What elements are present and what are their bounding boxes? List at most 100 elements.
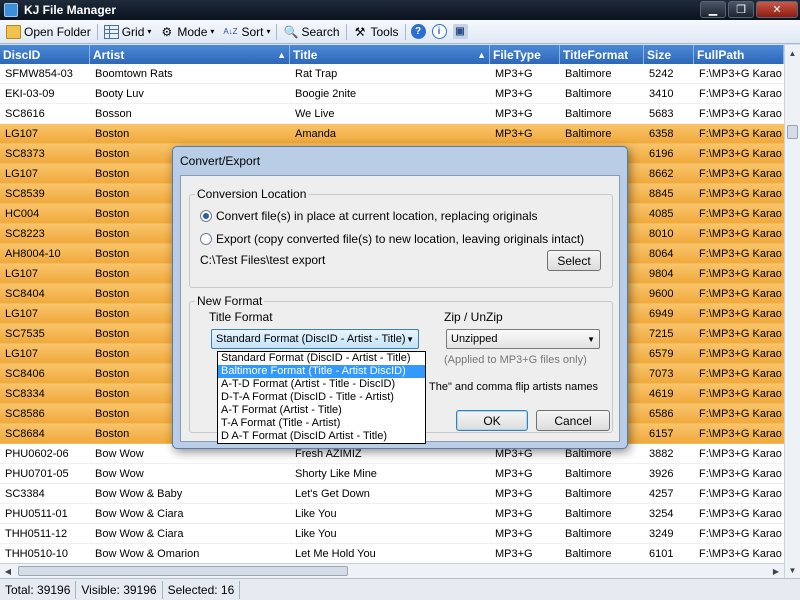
table-cell-title: Let Me Hold You bbox=[295, 547, 376, 560]
table-cell-fullpath: F:\MP3+G Karao bbox=[699, 267, 782, 280]
table-cell-titleformat: Baltimore bbox=[565, 87, 612, 100]
minimize-button[interactable]: ▁ bbox=[700, 1, 726, 18]
search-button[interactable]: 🔍 Search bbox=[279, 21, 343, 43]
table-cell-discid: HC004 bbox=[5, 207, 40, 220]
column-header-titleformat[interactable]: TitleFormat bbox=[560, 45, 644, 64]
table-cell-title: Boogie 2nite bbox=[295, 87, 357, 100]
scroll-up-icon[interactable]: ▲ bbox=[785, 45, 800, 61]
flip-artist-note: The" and comma flip artists names bbox=[429, 381, 598, 393]
table-cell-discid: SC8684 bbox=[5, 427, 45, 440]
table-cell-size: 8064 bbox=[649, 247, 674, 260]
grid-icon bbox=[103, 24, 119, 39]
dropdown-option[interactable]: D A-T Format (DiscID Artist - Title) bbox=[218, 430, 425, 443]
table-cell-fullpath: F:\MP3+G Karao bbox=[699, 467, 782, 480]
table-cell-size: 6586 bbox=[649, 407, 674, 420]
ok-button[interactable]: OK bbox=[456, 410, 528, 431]
table-cell-discid: SC8406 bbox=[5, 367, 45, 380]
horizontal-scrollbar[interactable]: ◀ ▶ bbox=[0, 563, 784, 578]
open-folder-button[interactable]: Open Folder bbox=[2, 21, 95, 43]
dropdown-option[interactable]: D-T-A Format (DiscID - Title - Artist) bbox=[218, 391, 425, 404]
dropdown-option[interactable]: Baltimore Format (Title - Artist DiscID) bbox=[218, 365, 425, 378]
table-cell-size: 6949 bbox=[649, 307, 674, 320]
dropdown-option[interactable]: A-T-D Format (Artist - Title - DiscID) bbox=[218, 378, 425, 391]
table-cell-discid: THH0511-12 bbox=[5, 527, 68, 540]
open-folder-label: Open Folder bbox=[24, 24, 91, 39]
scroll-left-icon[interactable]: ◀ bbox=[0, 564, 16, 578]
table-row[interactable]: SC8616 Bosson We Live MP3+G Baltimore 5683 F:\… bbox=[0, 104, 784, 124]
dropdown-option[interactable]: A-T Format (Artist - Title) bbox=[218, 404, 425, 417]
title-bar: KJ File Manager ▁ ❐ ✕ bbox=[0, 0, 800, 20]
title-format-select[interactable]: Standard Format (DiscID - Artist - Title… bbox=[211, 329, 419, 349]
table-cell-size: 3254 bbox=[649, 507, 674, 520]
table-row[interactable]: PHU0701-05 Bow Wow Shorty Like Mine MP3+G Ba… bbox=[0, 464, 784, 484]
export-path-field[interactable]: C:\Test Files\test export bbox=[200, 253, 325, 267]
vertical-scrollbar[interactable]: ▲ ▼ bbox=[784, 45, 800, 578]
table-row[interactable]: PHU0511-01 Bow Wow & Ciara Like You MP3+G Ba… bbox=[0, 504, 784, 524]
search-label: Search bbox=[301, 24, 340, 39]
column-header-filetype[interactable]: FileType bbox=[490, 45, 560, 64]
zip-select[interactable]: Unzipped ▼ bbox=[446, 329, 600, 349]
column-header-artist[interactable]: Artist ▲ bbox=[90, 45, 290, 64]
tools-button[interactable]: ⚒ Tools bbox=[349, 21, 403, 43]
horizontal-scroll-thumb[interactable] bbox=[18, 566, 348, 576]
table-cell-fullpath: F:\MP3+G Karao bbox=[699, 247, 782, 260]
title-format-label: Title Format bbox=[209, 310, 273, 324]
scroll-right-icon[interactable]: ▶ bbox=[768, 564, 784, 578]
zip-label: Zip / UnZip bbox=[444, 310, 503, 324]
vertical-scroll-thumb[interactable] bbox=[787, 125, 798, 139]
table-cell-fullpath: F:\MP3+G Karao bbox=[699, 307, 782, 320]
radio-convert-in-place[interactable]: Convert file(s) in place at current loca… bbox=[200, 209, 538, 223]
table-cell-size: 4257 bbox=[649, 487, 674, 500]
dropdown-option[interactable]: T-A Format (Title - Artist) bbox=[218, 417, 425, 430]
group-label: New Format bbox=[195, 294, 265, 308]
table-cell-discid: SC8404 bbox=[5, 287, 45, 300]
table-cell-discid: LG107 bbox=[5, 167, 39, 180]
radio-label: Export (copy converted file(s) to new lo… bbox=[216, 232, 585, 246]
table-cell-size: 3410 bbox=[649, 87, 674, 100]
table-row[interactable]: SC3384 Bow Wow & Baby Let's Get Down MP3+G B… bbox=[0, 484, 784, 504]
table-cell-filetype: MP3+G bbox=[495, 507, 533, 520]
table-cell-titleformat: Baltimore bbox=[565, 547, 612, 560]
table-row[interactable]: THH0510-10 Bow Wow & Omarion Let Me Hold Y… bbox=[0, 544, 784, 563]
help-icon[interactable]: ? bbox=[410, 24, 426, 39]
column-header-title[interactable]: Title ▲ bbox=[290, 45, 490, 64]
select-button[interactable]: Select bbox=[547, 250, 601, 271]
user-settings-icon[interactable]: ▣ bbox=[452, 24, 468, 39]
table-cell-fullpath: F:\MP3+G Karao bbox=[699, 127, 782, 140]
status-visible: Visible: 39196 bbox=[76, 580, 163, 599]
table-row[interactable]: EKI-03-09 Booty Luv Boogie 2nite MP3+G Balti… bbox=[0, 84, 784, 104]
table-cell-filetype: MP3+G bbox=[495, 107, 533, 120]
cancel-button[interactable]: Cancel bbox=[536, 410, 610, 431]
scroll-down-icon[interactable]: ▼ bbox=[785, 562, 800, 578]
column-header-discid[interactable]: DiscID bbox=[0, 45, 90, 64]
radio-label: Convert file(s) in place at current loca… bbox=[216, 209, 538, 223]
grid-menu-button[interactable]: Grid ▾ bbox=[100, 21, 156, 43]
table-cell-size: 4619 bbox=[649, 387, 674, 400]
table-cell-titleformat: Baltimore bbox=[565, 107, 612, 120]
sort-menu-button[interactable]: A↓Z Sort ▾ bbox=[218, 21, 274, 43]
table-cell-fullpath: F:\MP3+G Karao bbox=[699, 427, 782, 440]
dropdown-option[interactable]: Standard Format (DiscID - Artist - Title… bbox=[218, 352, 425, 365]
table-cell-size: 6196 bbox=[649, 147, 674, 160]
table-cell-artist: Bow Wow & Baby bbox=[95, 487, 183, 500]
table-cell-artist: Bow Wow & Ciara bbox=[95, 507, 184, 520]
table-cell-fullpath: F:\MP3+G Karao bbox=[699, 327, 782, 340]
mode-menu-button[interactable]: ⚙ Mode ▾ bbox=[155, 21, 218, 43]
table-cell-size: 7215 bbox=[649, 327, 674, 340]
maximize-button[interactable]: ❐ bbox=[728, 1, 754, 18]
table-row[interactable]: LG107 Boston Amanda MP3+G Baltimore 6358 F:\MP… bbox=[0, 124, 784, 144]
table-cell-discid: LG107 bbox=[5, 127, 39, 140]
table-row[interactable]: THH0511-12 Bow Wow & Ciara Like You MP3+G Ba… bbox=[0, 524, 784, 544]
table-row[interactable]: SFMW854-03 Boomtown Rats Rat Trap MP3+G Balt… bbox=[0, 64, 784, 84]
radio-export-copy[interactable]: Export (copy converted file(s) to new lo… bbox=[200, 232, 584, 246]
table-cell-titleformat: Baltimore bbox=[565, 487, 612, 500]
table-cell-size: 6101 bbox=[649, 547, 674, 560]
chevron-down-icon: ▾ bbox=[266, 27, 271, 36]
close-button[interactable]: ✕ bbox=[756, 1, 798, 18]
column-header-fullpath[interactable]: FullPath bbox=[694, 45, 784, 64]
table-cell-fullpath: F:\MP3+G Karao bbox=[699, 347, 782, 360]
table-cell-title: Let's Get Down bbox=[295, 487, 370, 500]
column-header-size[interactable]: Size bbox=[644, 45, 694, 64]
table-cell-size: 4085 bbox=[649, 207, 674, 220]
info-icon[interactable]: i bbox=[431, 24, 447, 39]
